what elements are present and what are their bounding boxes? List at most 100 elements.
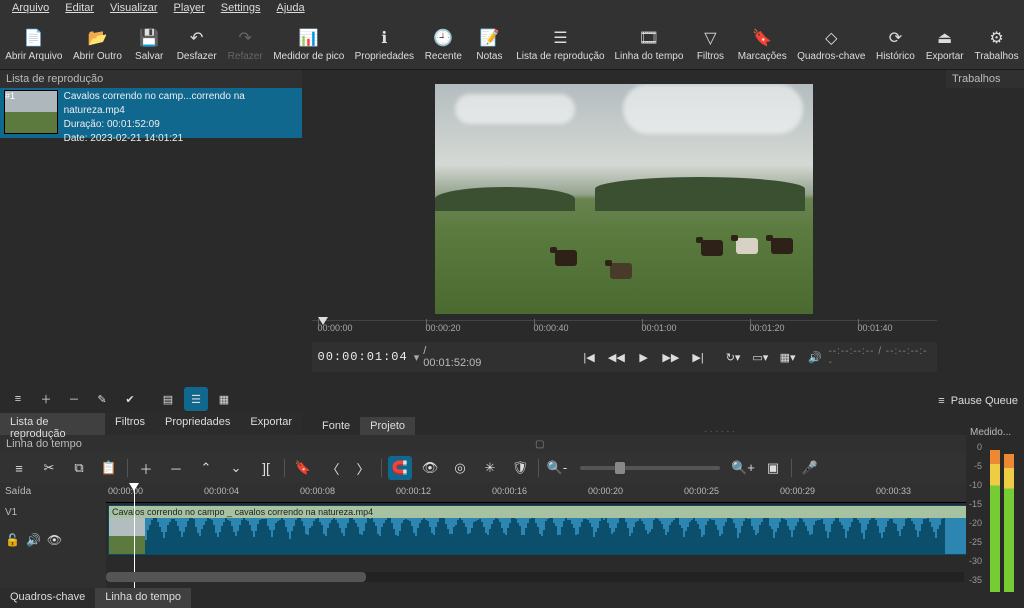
tl-zoom-in-button[interactable]: 🔍+ [731, 456, 755, 480]
tl-remove-button[interactable]: － [164, 456, 188, 480]
tl-record-audio-button[interactable]: 🎤 [798, 456, 822, 480]
preview-tick: 00:00:20 [426, 323, 461, 333]
props-icon: ℹ [381, 27, 387, 49]
menu-arquivo[interactable]: Arquivo [4, 0, 57, 20]
zoom-fit-button[interactable]: ▭▾ [749, 345, 772, 369]
timeline-scrollbar[interactable] [106, 572, 964, 582]
filters-icon: ▽ [704, 27, 716, 49]
toolbar-peak-button[interactable]: 📊Medidor de pico [268, 20, 349, 69]
tl-zoom-out-button[interactable]: 🔍- [545, 456, 569, 480]
timeline-tick: 00:00:20 [588, 486, 623, 496]
audio-meters-panel: Medido... 0-5-10-15-20-25-30-35 [966, 425, 1024, 608]
play-button[interactable]: ▶ [632, 345, 655, 369]
timeline-clip[interactable]: Cavalos correndo no campo _ cavalos corr… [108, 505, 1022, 555]
tl-ripple-all-button[interactable]: ✳ [478, 456, 502, 480]
tl-overwrite-button[interactable]: ⌄ [224, 456, 248, 480]
skip-start-button[interactable]: |◀ [577, 345, 600, 369]
pl-add-button[interactable]: ＋ [34, 387, 58, 411]
toolbar-markers-button[interactable]: 🔖Marcações [732, 20, 792, 69]
tl-lift-button[interactable]: ⌃ [194, 456, 218, 480]
menu-editar[interactable]: Editar [57, 0, 102, 20]
track-v1-label[interactable]: V1 [5, 507, 17, 518]
notes-icon: 📝 [479, 27, 499, 49]
rewind-button[interactable]: ◀◀ [605, 345, 628, 369]
timeline-icon: 🎞 [639, 27, 659, 49]
timeline-tick: 00:00:33 [876, 486, 911, 496]
tab-export[interactable]: Exportar [240, 413, 302, 435]
tl-split-button[interactable]: ][ [254, 456, 278, 480]
grid-button[interactable]: ▦▾ [776, 345, 799, 369]
tl-prev-marker-button[interactable]: 〈 [321, 456, 345, 480]
tab-properties[interactable]: Propriedades [155, 413, 240, 435]
toolbar-jobs-button[interactable]: ⚙Trabalhos [969, 20, 1024, 69]
output-label: Saída [5, 486, 31, 497]
toolbar-undo-button[interactable]: ↶Desfazer [171, 20, 222, 69]
playlist-header: Lista de reprodução [0, 70, 302, 88]
toolbar-open-other-button[interactable]: 📂Abrir Outro [68, 20, 128, 69]
tl-cut-button[interactable]: ✂ [37, 456, 61, 480]
menu-ajuda[interactable]: Ajuda [268, 0, 312, 20]
pause-queue-button[interactable]: Pause Queue [932, 393, 1024, 409]
pl-remove-button[interactable]: － [62, 387, 86, 411]
tab-keyframes[interactable]: Quadros-chave [0, 588, 95, 608]
skip-end-button[interactable]: ▶| [686, 345, 709, 369]
timeline-track-headers: Saída V1 🔓 🔊 👁 [0, 483, 106, 593]
tl-ripple-button[interactable]: ◎ [448, 456, 472, 480]
tl-zoom-fit-button[interactable]: ▣ [761, 456, 785, 480]
tl-scrub-button[interactable]: 👁 [418, 456, 442, 480]
tl-marker-button[interactable]: 🔖 [291, 456, 315, 480]
pl-edit-button[interactable]: ✎ [90, 387, 114, 411]
preview-panel: 00:00:0000:00:2000:00:4000:01:0000:01:20… [302, 70, 946, 385]
toolbar-keyframes-button[interactable]: ◇Quadros-chave [792, 20, 870, 69]
track-lock-icon[interactable]: 🔓 [5, 533, 20, 547]
pl-view-list-button[interactable]: ☰ [184, 387, 208, 411]
current-timecode[interactable]: 00:00:01:04 [312, 350, 414, 364]
tl-append-button[interactable]: ＋ [134, 456, 158, 480]
toolbar-notes-button[interactable]: 📝Notas [467, 20, 511, 69]
in-out-timecode: --:--:--:-- / --:--:--:-- [828, 346, 936, 368]
volume-button[interactable]: 🔊 [803, 345, 826, 369]
pl-check-button[interactable]: ✔ [118, 387, 142, 411]
open-icon: 📄 [24, 27, 44, 49]
tl-copy-button[interactable]: ⧉ [67, 456, 91, 480]
meter-scale-label: -5 [974, 461, 982, 471]
menu-visualizar[interactable]: Visualizar [102, 0, 166, 20]
tl-menu-button[interactable]: ≡ [7, 456, 31, 480]
toolbar-redo-button[interactable]: ↷Refazer [222, 20, 268, 69]
toolbar-open-button[interactable]: 📄Abrir Arquivo [0, 20, 68, 69]
jobs-icon: ⚙ [989, 27, 1003, 49]
tab-playlist[interactable]: Lista de reprodução [0, 413, 105, 435]
track-mute-icon[interactable]: 🔊 [26, 533, 41, 547]
track-hide-icon[interactable]: 👁 [47, 533, 62, 547]
toolbar-save-button[interactable]: 💾Salvar [127, 20, 171, 69]
toolbar-timeline-button[interactable]: 🎞Linha do tempo [609, 20, 688, 69]
pl-view-detail-button[interactable]: ▤ [156, 387, 180, 411]
tab-project[interactable]: Projeto [360, 417, 415, 435]
playlist-item[interactable]: Cavalos correndo no camp...correndo na n… [0, 88, 302, 138]
timeline-ruler[interactable]: 00:00:0000:00:0400:00:0800:00:1200:00:16… [106, 483, 1024, 503]
loop-button[interactable]: ↻▾ [721, 345, 744, 369]
toolbar-recent-button[interactable]: 🕘Recente [419, 20, 467, 69]
tab-source[interactable]: Fonte [312, 417, 360, 435]
menu-player[interactable]: Player [166, 0, 213, 20]
toolbar-export-button[interactable]: ⏏Exportar [920, 20, 969, 69]
preview-ruler[interactable]: 00:00:0000:00:2000:00:4000:01:0000:01:20… [312, 320, 937, 342]
undo-icon: ↶ [190, 27, 203, 49]
tl-ripple-markers-button[interactable]: 🛡 [508, 456, 532, 480]
menu-settings[interactable]: Settings [213, 0, 269, 20]
pl-menu-button[interactable]: ≡ [6, 387, 30, 411]
toolbar-props-button[interactable]: ℹPropriedades [349, 20, 419, 69]
pl-view-grid-button[interactable]: ▦ [212, 387, 236, 411]
tab-filters[interactable]: Filtros [105, 413, 155, 435]
tl-snap-button[interactable]: 🧲 [388, 456, 412, 480]
tl-zoom-slider[interactable] [580, 466, 720, 470]
tab-timeline[interactable]: Linha do tempo [95, 588, 191, 608]
tl-next-marker-button[interactable]: 〉 [351, 456, 375, 480]
timeline-undock-button[interactable]: ▢ [529, 439, 550, 450]
fast-forward-button[interactable]: ▶▶ [659, 345, 682, 369]
toolbar-playlist-button[interactable]: ☰Lista de reprodução [511, 20, 609, 69]
toolbar-filters-button[interactable]: ▽Filtros [688, 20, 732, 69]
video-preview[interactable] [435, 84, 813, 314]
toolbar-history-button[interactable]: ⟳Histórico [871, 20, 921, 69]
tl-paste-button[interactable]: 📋 [97, 456, 121, 480]
